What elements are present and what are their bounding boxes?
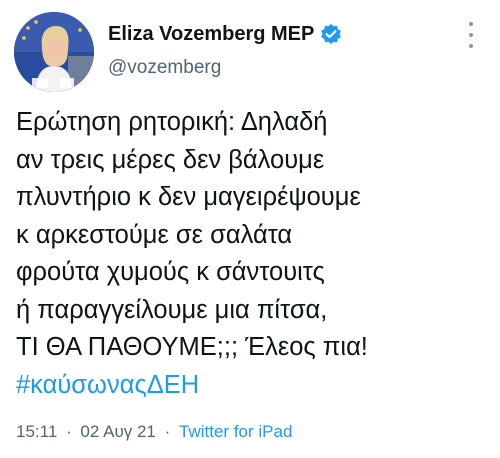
profile-photo <box>14 12 94 92</box>
tweet-text-line: κ αρκεστούμε σε σαλάτα <box>16 220 293 249</box>
hashtag-link[interactable]: #καύσωναςΔΕΗ <box>16 367 494 405</box>
meta-separator: · <box>164 422 171 441</box>
tweet-text-line: ή παραγγείλουμε μια πίτσα, <box>16 295 328 324</box>
author-name-row[interactable]: Eliza Vozemberg MEP <box>108 20 342 48</box>
tweet-text-line: ΤΙ ΘΑ ΠΑΘΟΥΜΕ;;; Έλεος πια! <box>16 333 368 361</box>
tweet-text-line: φρούτα χυμούς κ σάντουιτς <box>16 258 325 286</box>
tweet-text-line: αν τρεις μέρες δεν βάλουμε <box>16 145 325 174</box>
tweet-card: Eliza Vozemberg MEP @vozemberg Ερώτηση ρ… <box>0 0 500 458</box>
tweet-text-line: Ερώτηση ρητορική: Δηλαδή <box>16 108 328 136</box>
tweet-text: Ερώτηση ρητορική: Δηλαδή αν τρεις μέρες … <box>16 104 494 404</box>
tweet-metadata: 15:11 · 02 Αυγ 21 · Twitter for iPad <box>16 422 292 442</box>
author-avatar[interactable] <box>14 12 94 92</box>
author-display-name[interactable]: Eliza Vozemberg MEP <box>108 23 314 46</box>
tweet-source-link[interactable]: Twitter for iPad <box>179 422 292 441</box>
tweet-time[interactable]: 15:11 <box>16 422 57 441</box>
tweet-date[interactable]: 02 Αυγ 21 <box>80 422 155 441</box>
tweet-text-line: πλυντήριο κ δεν μαγειρέψουμε <box>16 183 361 211</box>
verified-badge-icon <box>320 23 342 45</box>
more-vertical-icon[interactable] <box>462 22 480 48</box>
meta-separator: · <box>66 422 72 441</box>
author-handle[interactable]: @vozemberg <box>108 57 221 79</box>
